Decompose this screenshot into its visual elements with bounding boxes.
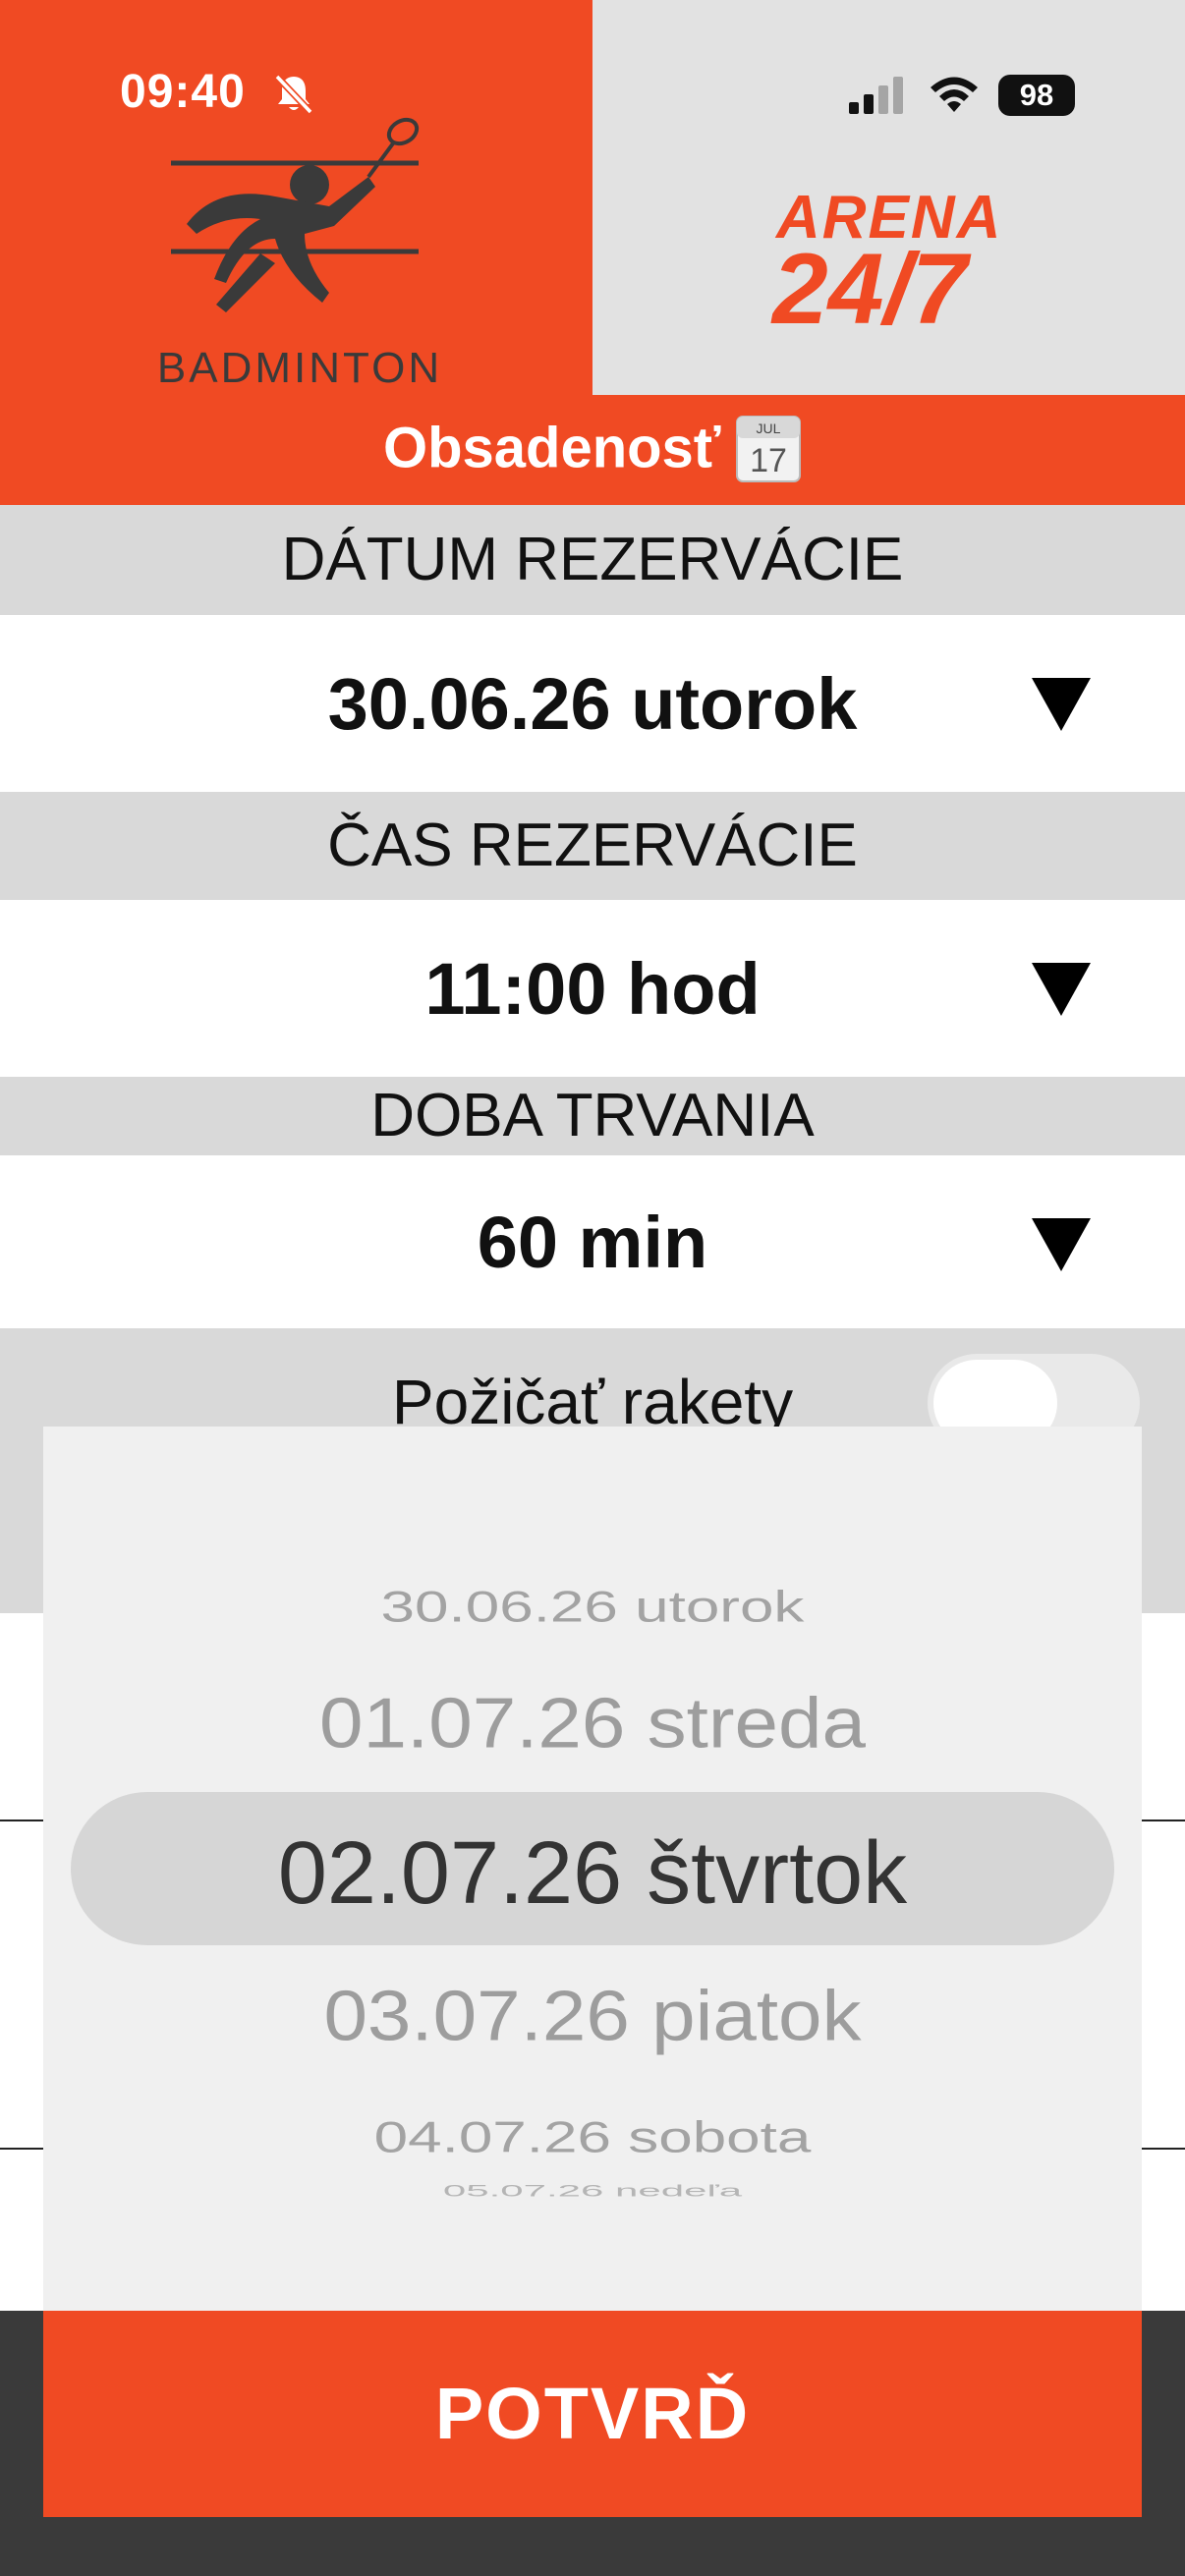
status-time: 09:40 bbox=[120, 66, 246, 118]
brand-number: 24/7 bbox=[772, 233, 968, 345]
picker-option[interactable]: 01.07.26 streda bbox=[0, 1683, 1185, 1764]
calendar-day: 17 bbox=[750, 442, 787, 479]
cellular-signal-icon bbox=[849, 77, 903, 114]
date-section-label: DÁTUM REZERVÁCIE bbox=[0, 505, 1185, 615]
picker-option[interactable]: 30.06.26 utorok bbox=[0, 1582, 1185, 1632]
duration-section-label: DOBA TRVANIA bbox=[0, 1077, 1185, 1155]
badminton-player-logo bbox=[171, 117, 420, 312]
date-value: 30.06.26 utorok bbox=[327, 663, 858, 745]
time-value: 11:00 hod bbox=[424, 948, 761, 1030]
picker-option[interactable]: 03.07.26 piatok bbox=[0, 1976, 1185, 2057]
time-section-label: ČAS REZERVÁCIE bbox=[0, 792, 1185, 900]
duration-value: 60 min bbox=[477, 1202, 708, 1283]
wifi-icon bbox=[931, 77, 978, 112]
badminton-logo-text: BADMINTON bbox=[156, 344, 443, 392]
date-dropdown-arrow-icon bbox=[1032, 678, 1091, 731]
confirm-button[interactable]: POTVRĎ bbox=[43, 2311, 1142, 2517]
picker-option-selected[interactable]: 02.07.26 štvrtok bbox=[0, 1823, 1185, 1925]
picker-option[interactable]: 04.07.26 sobota bbox=[0, 2112, 1185, 2162]
calendar-month: JUL bbox=[757, 420, 781, 436]
time-dropdown-arrow-icon bbox=[1032, 963, 1091, 1016]
duration-dropdown[interactable]: 60 min bbox=[0, 1155, 1185, 1328]
picker-option[interactable]: 05.07.26 nedeľa bbox=[0, 2181, 1185, 2200]
calendar-icon: JUL 17 bbox=[736, 416, 802, 482]
time-dropdown[interactable]: 11:00 hod bbox=[0, 900, 1185, 1077]
battery-indicator: 98 bbox=[998, 75, 1075, 116]
silent-bell-icon bbox=[274, 74, 313, 115]
date-dropdown[interactable]: 30.06.26 utorok bbox=[0, 615, 1185, 792]
page-title: Obsadenosť bbox=[382, 416, 721, 480]
page-title-row: Obsadenosť JUL 17 bbox=[0, 413, 1185, 491]
duration-dropdown-arrow-icon bbox=[1032, 1218, 1091, 1271]
